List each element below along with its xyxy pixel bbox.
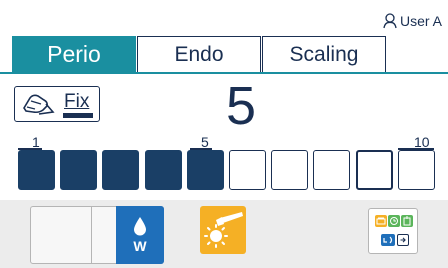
level-block-9[interactable]: [355, 150, 393, 190]
foot-control-icon: [23, 94, 55, 115]
water-label: W: [133, 238, 147, 254]
toggle-divider: [91, 207, 92, 263]
level-block-4[interactable]: [144, 150, 182, 190]
level-block-8[interactable]: [313, 150, 351, 190]
level-block-3[interactable]: [102, 150, 140, 190]
user-outline-icon: [383, 13, 397, 29]
level-block-10[interactable]: [397, 150, 435, 190]
user-bar: User A: [0, 0, 448, 36]
user-indicator[interactable]: User A: [383, 13, 442, 29]
fix-indicator: [63, 113, 93, 118]
mode-panel[interactable]: [368, 208, 418, 254]
level-block-6[interactable]: [229, 150, 266, 190]
level-block-7[interactable]: [271, 150, 309, 190]
mode-tabs: Perio Endo Scaling: [0, 36, 448, 74]
program-icon: [401, 215, 413, 227]
fix-button[interactable]: Fix: [14, 86, 100, 122]
fix-label: Fix: [64, 91, 90, 112]
timer-icon: [388, 215, 400, 227]
main-screen: User A Perio Endo Scaling Fix 5 1 5 10 W: [0, 0, 448, 268]
tab-endo[interactable]: Endo: [137, 36, 261, 72]
light-button[interactable]: [200, 206, 246, 254]
user-name: User A: [399, 13, 442, 29]
reverse-icon: [381, 234, 395, 246]
water-toggle-group: W: [30, 206, 164, 264]
control-panel: W: [0, 200, 448, 268]
level-block-2[interactable]: [60, 150, 98, 190]
settings-icon: [375, 215, 387, 227]
level-block-1[interactable]: [18, 150, 55, 190]
power-level-bar[interactable]: [18, 150, 435, 194]
enter-icon: [397, 234, 409, 246]
handpiece-light-icon: [204, 212, 243, 248]
tab-perio[interactable]: Perio: [12, 36, 136, 72]
water-button[interactable]: W: [116, 206, 164, 264]
power-level-value: 5: [225, 76, 257, 136]
water-drop-icon: [134, 217, 146, 236]
level-block-5[interactable]: [186, 150, 224, 190]
tab-scaling[interactable]: Scaling: [262, 36, 386, 72]
